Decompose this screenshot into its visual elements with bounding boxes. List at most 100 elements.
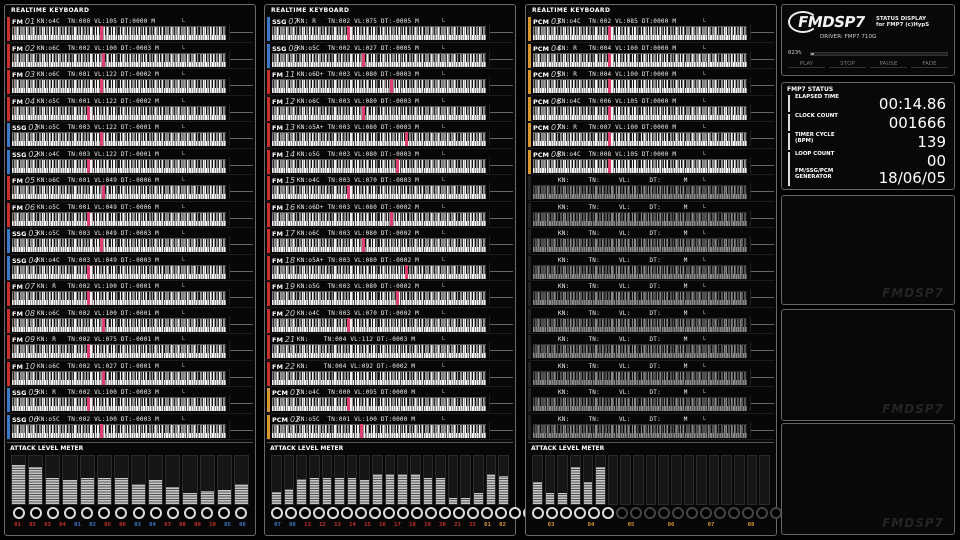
level-knob[interactable] (271, 507, 283, 521)
level-knob[interactable] (165, 507, 180, 521)
level-knob[interactable] (509, 507, 521, 521)
play-button[interactable]: PLAY (788, 61, 825, 68)
channel-track[interactable]: FM 04 KN:o5C TN:001 VL:122 DT:-0002 M L (7, 96, 253, 122)
channel-track[interactable]: SSG 03 KN:o5C TN:003 VL:049 DT:-0003 M L (7, 228, 253, 255)
level-knob[interactable] (588, 507, 600, 521)
channel-track[interactable]: KN: TN: VL: DT: M L (528, 334, 774, 361)
channel-track[interactable]: FM 18 KN:o5A+ TN:003 VL:080 DT:-0002 M L (267, 255, 513, 281)
channel-track[interactable]: PCM 02 KN:o5C TN:001 VL:100 DT:0000 M L (267, 414, 513, 440)
playback-progress[interactable]: 023% (788, 50, 948, 58)
channel-track[interactable]: FM 03 KN:o6C TN:001 VL:122 DT:-0002 M L (7, 69, 253, 96)
level-knob[interactable] (313, 507, 325, 521)
channel-track[interactable]: PCM 05 KN: R TN:004 VL:100 DT:0000 M L (528, 69, 774, 96)
level-knob[interactable] (285, 507, 297, 521)
channel-track[interactable]: SSG 06 KN:o5C TN:002 VL:100 DT:-0003 M L (7, 414, 253, 440)
level-knob[interactable] (148, 507, 163, 521)
level-knob[interactable] (714, 507, 726, 521)
channel-track[interactable]: SSG 05 KN: R TN:002 VL:100 DT:-0003 M L (7, 387, 253, 414)
channel-track[interactable]: FM 09 KN: R TN:002 VL:075 DT:-0001 M L (7, 334, 253, 361)
level-knob[interactable] (686, 507, 698, 521)
channel-track[interactable]: SSG 02 KN:o4C TN:003 VL:122 DT:-0001 M L (7, 149, 253, 175)
level-knob[interactable] (28, 507, 43, 521)
level-knob[interactable] (481, 507, 493, 521)
level-knob[interactable] (658, 507, 670, 521)
channel-track[interactable]: FM 16 KN:o6D+ TN:003 VL:080 DT:-0002 M L (267, 202, 513, 228)
level-knob[interactable] (131, 507, 146, 521)
progress-track[interactable] (810, 52, 948, 56)
channel-track[interactable]: PCM 01 KN:o4C TN:000 VL:095 DT:0000 M L (267, 387, 513, 414)
level-knob[interactable] (62, 507, 77, 521)
level-knob[interactable] (327, 507, 339, 521)
channel-track[interactable]: FM 11 KN:o6D+ TN:003 VL:080 DT:-0003 M L (267, 69, 513, 96)
level-knob[interactable] (742, 507, 754, 521)
channel-track[interactable]: FM 12 KN:o6C TN:003 VL:080 DT:-0003 M L (267, 96, 513, 122)
level-knob[interactable] (299, 507, 311, 521)
pause-button[interactable]: PAUSE (870, 61, 907, 68)
level-knob[interactable] (425, 507, 437, 521)
level-knob[interactable] (574, 507, 586, 521)
level-knob[interactable] (369, 507, 381, 521)
channel-track[interactable]: FM 22 KN: TN:004 VL:092 DT:-0002 M L (267, 361, 513, 387)
channel-track[interactable]: FM 14 KN:o5G TN:003 VL:080 DT:-0003 M L (267, 149, 513, 175)
level-knob[interactable] (11, 507, 26, 521)
level-knob[interactable] (495, 507, 507, 521)
channel-track[interactable]: KN: TN: VL: DT: M L (528, 228, 774, 255)
level-knob[interactable] (439, 507, 451, 521)
level-knob[interactable] (217, 507, 232, 521)
level-knob[interactable] (616, 507, 628, 521)
channel-track[interactable]: FM 07 KN: R TN:002 VL:100 DT:-0001 M L (7, 281, 253, 308)
level-knob[interactable] (80, 507, 95, 521)
channel-track[interactable]: KN: TN: VL: DT: M L (528, 255, 774, 281)
channel-track[interactable]: KN: TN: VL: DT: M L (528, 281, 774, 308)
channel-track[interactable]: KN: TN: VL: DT: M L (528, 361, 774, 387)
channel-track[interactable]: KN: TN: VL: DT: M L (528, 387, 774, 414)
channel-track[interactable]: PCM 07 KN: R TN:007 VL:100 DT:0000 M L (528, 122, 774, 149)
channel-track[interactable]: KN: TN: VL: DT: M L (528, 414, 774, 440)
channel-track[interactable]: SSG 04 KN:o4C TN:003 VL:049 DT:-0003 M L (7, 255, 253, 281)
level-knob[interactable] (411, 507, 423, 521)
channel-track[interactable]: FM 06 KN:o5C TN:001 VL:049 DT:-0006 M L (7, 202, 253, 228)
level-knob[interactable] (700, 507, 712, 521)
channel-track[interactable]: FM 17 KN:o6C TN:003 VL:080 DT:-0002 M L (267, 228, 513, 255)
channel-track[interactable]: FM 08 KN:o6C TN:002 VL:100 DT:-0001 M L (7, 308, 253, 334)
channel-track[interactable]: FM 15 KN:o4C TN:003 VL:070 DT:-0003 M L (267, 175, 513, 202)
level-knob[interactable] (728, 507, 740, 521)
channel-track[interactable]: FM 19 KN:o5G TN:003 VL:080 DT:-0002 M L (267, 281, 513, 308)
level-knob[interactable] (341, 507, 353, 521)
channel-track[interactable]: KN: TN: VL: DT: M L (528, 308, 774, 334)
level-knob[interactable] (602, 507, 614, 521)
level-knob[interactable] (756, 507, 768, 521)
level-knob[interactable] (397, 507, 409, 521)
level-knob[interactable] (467, 507, 479, 521)
channel-track[interactable]: FM 10 KN:o6C TN:002 VL:027 DT:-0001 M L (7, 361, 253, 387)
level-knob[interactable] (560, 507, 572, 521)
stop-button[interactable]: STOP (829, 61, 866, 68)
channel-track[interactable]: FM 05 KN:o6C TN:001 VL:049 DT:-0006 M L (7, 175, 253, 202)
channel-track[interactable]: KN: TN: VL: DT: M L (528, 175, 774, 202)
level-knob[interactable] (532, 507, 544, 521)
level-knob[interactable] (97, 507, 112, 521)
level-knob[interactable] (383, 507, 395, 521)
channel-track[interactable]: SSG 01 KN:o5C TN:003 VL:122 DT:-0001 M L (7, 122, 253, 149)
level-knob[interactable] (546, 507, 558, 521)
level-knob[interactable] (182, 507, 197, 521)
channel-track[interactable]: PCM 06 KN:o4C TN:006 VL:105 DT:0000 M L (528, 96, 774, 122)
channel-track[interactable]: SSG 08 KN:o5C TN:002 VL:027 DT:-0005 M L (267, 43, 513, 69)
level-knob[interactable] (453, 507, 465, 521)
channel-track[interactable]: FM 20 KN:o4C TN:003 VL:070 DT:-0002 M L (267, 308, 513, 334)
channel-track[interactable]: SSG 07 KN: R TN:002 VL:075 DT:-0005 M L (267, 16, 513, 43)
channel-track[interactable]: KN: TN: VL: DT: M L (528, 202, 774, 228)
level-knob[interactable] (114, 507, 129, 521)
level-knob[interactable] (45, 507, 60, 521)
channel-track[interactable]: PCM 08 KN:o4C TN:008 VL:105 DT:0000 M L (528, 149, 774, 175)
channel-track[interactable]: PCM 04 KN: R TN:004 VL:100 DT:0000 M L (528, 43, 774, 69)
channel-track[interactable]: FM 21 KN: TN:004 VL:112 DT:-0003 M L (267, 334, 513, 361)
channel-track[interactable]: PCM 03 KN:o4C TN:002 VL:085 DT:0000 M L (528, 16, 774, 43)
channel-track[interactable]: FM 01 KN:o4C TN:000 VL:105 DT:0000 M L (7, 16, 253, 43)
level-knob[interactable] (644, 507, 656, 521)
level-knob[interactable] (630, 507, 642, 521)
level-knob[interactable] (234, 507, 249, 521)
channel-track[interactable]: FM 13 KN:o5A+ TN:003 VL:080 DT:-0003 M L (267, 122, 513, 149)
channel-track[interactable]: FM 02 KN:o6C TN:002 VL:100 DT:-0003 M L (7, 43, 253, 69)
level-knob[interactable] (355, 507, 367, 521)
